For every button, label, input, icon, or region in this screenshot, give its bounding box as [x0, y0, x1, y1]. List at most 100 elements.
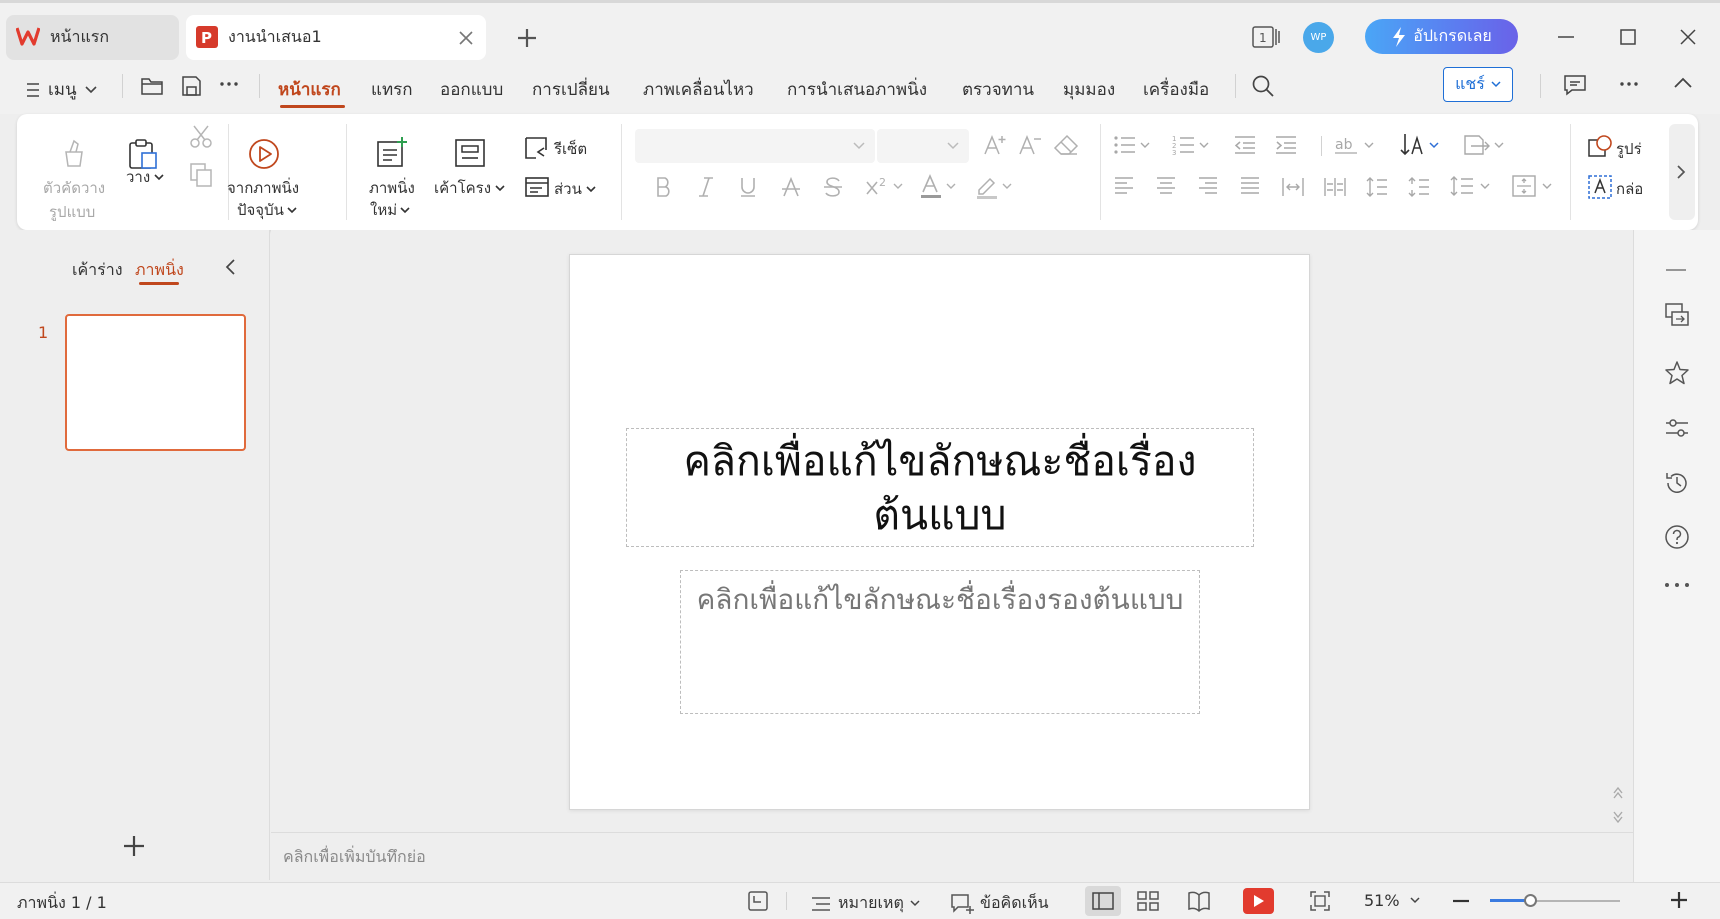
panel-tab-slides[interactable]: ภาพนิ่ง: [135, 258, 184, 283]
panel-tab-outline[interactable]: เค้าร่าง: [72, 258, 123, 283]
main-menu-button[interactable]: เมนู: [26, 76, 97, 103]
reset-label[interactable]: รีเซ็ต: [554, 137, 587, 161]
superscript-icon[interactable]: 2: [865, 174, 905, 198]
menu-tab-design[interactable]: ออกแบบ: [440, 76, 503, 103]
menu-tab-transitions[interactable]: การเปลี่ยน: [532, 76, 610, 103]
normal-view-button[interactable]: [1085, 886, 1121, 916]
justify-icon[interactable]: [1239, 176, 1261, 196]
zoom-slider-handle[interactable]: [1524, 894, 1537, 907]
numbered-list-icon[interactable]: 123: [1172, 134, 1212, 156]
underline-icon[interactable]: [739, 176, 757, 198]
slide-canvas[interactable]: คลิกเพื่อแก้ไขลักษณะชื่อเรื่องต้นแบบ คลิ…: [569, 254, 1310, 810]
line-spacing-options-icon[interactable]: [1449, 174, 1495, 198]
window-count-icon[interactable]: 1: [1252, 25, 1282, 49]
zoom-out-icon[interactable]: [1452, 899, 1470, 903]
shape-label[interactable]: รูปร่: [1616, 137, 1642, 161]
subtitle-placeholder[interactable]: คลิกเพื่อแก้ไขลักษณะชื่อเรื่องรองต้นแบบ: [680, 570, 1200, 714]
close-tab-icon[interactable]: [456, 28, 476, 48]
align-left-icon[interactable]: [1113, 176, 1135, 196]
align-right-icon[interactable]: [1197, 176, 1219, 196]
decrease-indent-icon[interactable]: [1233, 134, 1257, 156]
fit-to-window-icon[interactable]: [1309, 890, 1331, 912]
more-menu-icon[interactable]: [1619, 74, 1639, 94]
text-shadow-icon[interactable]: [823, 176, 843, 198]
minimize-icon[interactable]: [1554, 25, 1578, 49]
paste-dropdown[interactable]: วาง: [126, 165, 164, 189]
menu-tab-review[interactable]: ตรวจทาน: [962, 76, 1034, 103]
text-sort-icon[interactable]: [1400, 132, 1442, 158]
increase-font-icon[interactable]: [983, 134, 1007, 156]
menu-tab-home[interactable]: หน้าแรก: [278, 76, 341, 103]
bullet-list-icon[interactable]: [1113, 134, 1153, 156]
menu-tab-slideshow[interactable]: การนำเสนอภาพนิ่ง: [787, 76, 927, 103]
collapse-panel-icon[interactable]: [224, 258, 236, 276]
notes-input[interactable]: คลิกเพื่อเพิ่มบันทึกย่อ: [271, 832, 1633, 882]
text-direction-icon[interactable]: ab: [1335, 134, 1377, 156]
slide-switch-icon[interactable]: [1664, 302, 1690, 328]
align-center-icon[interactable]: [1155, 176, 1177, 196]
new-tab-plus-icon[interactable]: [516, 27, 538, 49]
italic-icon[interactable]: [697, 176, 715, 198]
play-from-current-icon[interactable]: [248, 138, 280, 170]
textbox-label[interactable]: กล่อ: [1616, 177, 1643, 201]
slide-sorter-icon[interactable]: [1137, 890, 1159, 912]
notes-toggle[interactable]: หมายเหตุ: [810, 891, 920, 916]
textbox-icon[interactable]: [1587, 174, 1613, 200]
increase-indent-icon[interactable]: [1274, 134, 1298, 156]
smartart-convert-icon[interactable]: [1463, 134, 1505, 156]
menu-tab-tools[interactable]: เครื่องมือ: [1143, 76, 1209, 103]
from-current-dropdown[interactable]: ปัจจุบัน: [237, 198, 297, 222]
search-icon[interactable]: [1251, 74, 1275, 98]
bold-icon[interactable]: [655, 176, 673, 198]
save-icon[interactable]: [180, 75, 202, 97]
title-placeholder[interactable]: คลิกเพื่อแก้ไขลักษณะชื่อเรื่องต้นแบบ: [626, 428, 1254, 547]
slide-master-icon[interactable]: [747, 890, 769, 912]
section-icon[interactable]: [524, 174, 550, 198]
cut-icon[interactable]: [188, 124, 214, 150]
maximize-icon[interactable]: [1616, 25, 1640, 49]
ribbon-scroll-right[interactable]: [1669, 124, 1695, 220]
more-tools-icon[interactable]: [1664, 580, 1690, 590]
text-align-vertical-icon[interactable]: [1511, 174, 1557, 198]
share-button[interactable]: แชร์: [1443, 67, 1513, 102]
add-slide-plus-icon[interactable]: [122, 834, 146, 858]
font-family-select[interactable]: [635, 129, 875, 163]
paragraph-spacing-icon[interactable]: [1407, 176, 1431, 198]
menu-tab-view[interactable]: มุมมอง: [1063, 76, 1115, 103]
font-size-select[interactable]: [877, 129, 969, 163]
close-window-icon[interactable]: [1676, 25, 1700, 49]
page-scroll-arrows[interactable]: [1612, 785, 1624, 825]
upgrade-button[interactable]: อัปเกรดเลย: [1365, 19, 1518, 54]
comments-toggle[interactable]: ข้อคิดเห็น: [950, 891, 1049, 916]
more-options-icon[interactable]: [219, 74, 239, 94]
start-slideshow-button[interactable]: [1243, 888, 1274, 914]
zoom-in-icon[interactable]: [1670, 891, 1688, 909]
slide-thumbnail[interactable]: [65, 314, 246, 451]
format-painter-icon[interactable]: [58, 138, 88, 168]
star-icon[interactable]: [1664, 360, 1690, 386]
comment-icon[interactable]: [1563, 74, 1587, 96]
reset-slide-icon[interactable]: [524, 136, 550, 160]
new-slide-icon[interactable]: [376, 136, 408, 168]
clear-format-icon[interactable]: [1053, 134, 1079, 156]
decrease-font-icon[interactable]: [1018, 134, 1042, 156]
menu-tab-insert[interactable]: แทรก: [371, 76, 413, 103]
copy-icon[interactable]: [188, 162, 214, 188]
properties-sliders-icon[interactable]: [1664, 416, 1690, 440]
layout-dropdown[interactable]: เค้าโครง: [434, 176, 505, 200]
help-icon[interactable]: [1664, 524, 1690, 550]
tab-home[interactable]: หน้าแรก: [6, 15, 179, 60]
shape-icon[interactable]: [1587, 134, 1613, 160]
new-slide-dropdown[interactable]: ใหม่: [370, 198, 410, 222]
tab-presentation[interactable]: P งานนำเสนอ1: [186, 15, 486, 60]
user-avatar[interactable]: WP: [1303, 22, 1334, 53]
section-dropdown[interactable]: ส่วน: [554, 177, 596, 201]
collapse-ribbon-icon[interactable]: [1673, 76, 1693, 90]
open-folder-icon[interactable]: [140, 75, 164, 97]
collapse-sidebar-icon[interactable]: [1664, 266, 1688, 274]
line-spacing-icon[interactable]: [1365, 176, 1389, 198]
menu-tab-animations[interactable]: ภาพเคลื่อนไหว: [643, 76, 754, 103]
highlight-color-icon[interactable]: [975, 174, 1015, 200]
strikethrough-icon[interactable]: [781, 176, 801, 198]
distribute-icon[interactable]: [1281, 176, 1305, 198]
